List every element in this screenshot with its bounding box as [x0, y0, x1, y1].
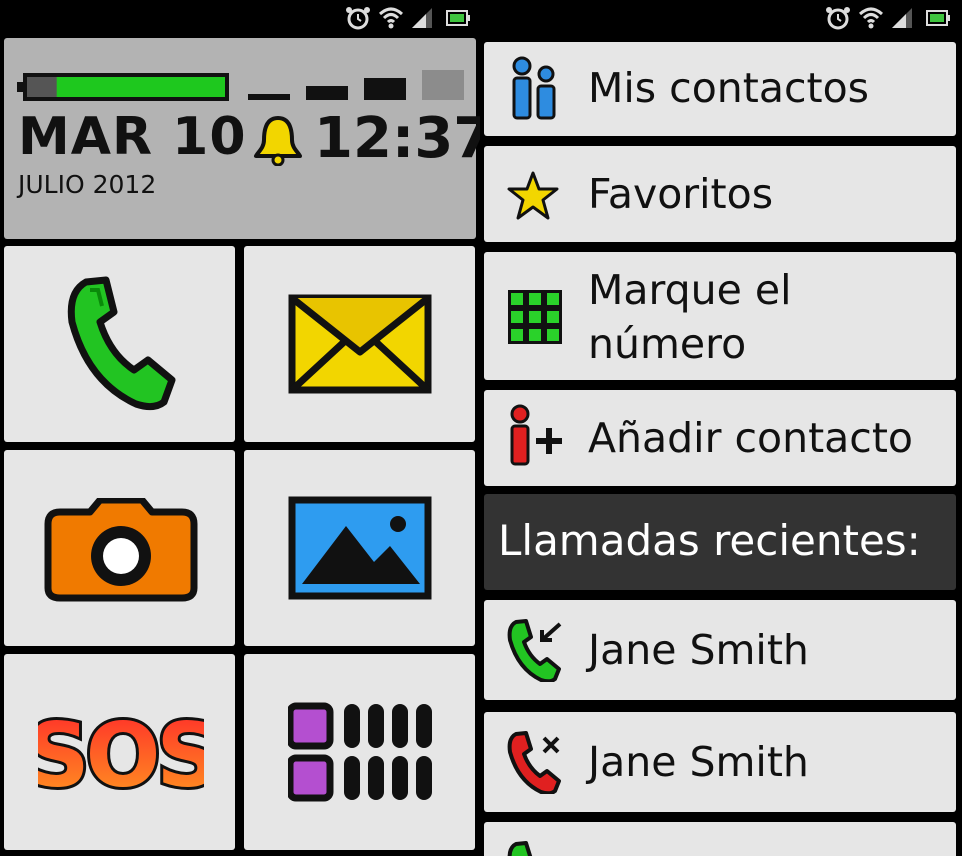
image-icon: [288, 496, 432, 600]
battery-status-icon: [926, 10, 950, 26]
dial-number-label-line1: Marque el: [588, 266, 792, 314]
time-label: 12:37: [314, 106, 480, 171]
add-contact-label: Añadir contacto: [588, 414, 913, 462]
camera-icon: [44, 498, 198, 602]
dial-number-label-line2: número: [588, 320, 747, 368]
signal-bar-4: [422, 70, 464, 100]
apps-grid-icon: [288, 702, 432, 802]
signal-bar-1: [248, 94, 290, 100]
missed-call-icon: [507, 731, 561, 794]
signal-icon: [892, 8, 912, 28]
add-contact-item[interactable]: Añadir contacto: [484, 390, 956, 486]
month-year-label: JULIO 2012: [18, 170, 157, 199]
recent-calls-header-label: Llamadas recientes:: [498, 516, 921, 565]
recent-calls-header: Llamadas recientes:: [484, 494, 956, 590]
phone-tile[interactable]: [4, 246, 235, 442]
svg-text:SOS: SOS: [38, 704, 204, 804]
gallery-tile[interactable]: [244, 450, 475, 646]
signal-icon: [412, 8, 432, 28]
incoming-call-icon: [507, 841, 533, 856]
contacts-icon: [512, 56, 556, 120]
phone-icon: [67, 276, 176, 411]
dial-number-item[interactable]: Marque el número: [484, 252, 956, 380]
sos-icon: SOS: [38, 701, 204, 804]
star-icon: [507, 171, 559, 220]
home-screen: MAR 10 12:37 JULIO 2012 SOS: [0, 0, 480, 856]
wifi-icon: [378, 7, 404, 29]
recent-call-item-partial[interactable]: [484, 822, 956, 856]
status-bar: [0, 0, 480, 36]
contacts-screen: Mis contactos Favoritos Marque el número…: [482, 0, 962, 856]
battery-status-icon: [446, 10, 470, 26]
battery-bar-icon: [17, 73, 229, 101]
favorites-label: Favoritos: [588, 170, 774, 218]
signal-bar-3: [364, 78, 406, 100]
messages-tile[interactable]: [244, 246, 475, 442]
dialpad-icon: [508, 290, 562, 344]
recent-call-item[interactable]: Jane Smith: [484, 712, 956, 812]
recent-call-item[interactable]: Jane Smith: [484, 600, 956, 700]
alarm-bell-icon: [254, 116, 302, 166]
incoming-call-icon: [507, 619, 562, 682]
recent-call-name: Jane Smith: [588, 738, 809, 786]
camera-tile[interactable]: [4, 450, 235, 646]
add-contact-icon: [510, 404, 562, 466]
alarm-clock-icon: [346, 7, 370, 30]
apps-tile[interactable]: [244, 654, 475, 850]
clock-widget[interactable]: MAR 10 12:37 JULIO 2012: [4, 38, 480, 239]
sos-tile[interactable]: SOS: [4, 654, 235, 850]
my-contacts-label: Mis contactos: [588, 64, 870, 112]
wifi-icon: [858, 7, 884, 29]
alarm-clock-icon: [826, 7, 850, 30]
recent-call-name: Jane Smith: [588, 626, 809, 674]
envelope-icon: [288, 294, 432, 394]
favorites-item[interactable]: Favoritos: [484, 146, 956, 242]
date-label: MAR 10: [18, 107, 247, 167]
status-bar: [482, 0, 962, 36]
signal-bar-2: [306, 86, 348, 100]
my-contacts-item[interactable]: Mis contactos: [484, 42, 956, 136]
